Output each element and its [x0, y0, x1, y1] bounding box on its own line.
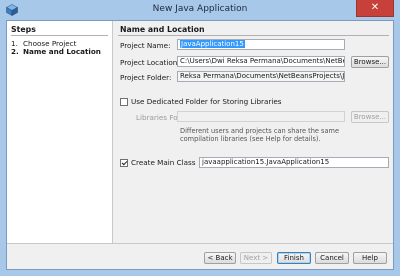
project-name-label: Project Name:	[120, 41, 171, 50]
step-number: 2.	[11, 47, 19, 56]
libraries-note: Different users and projects can share t…	[180, 127, 340, 143]
project-location-label: Project Location:	[120, 58, 180, 67]
back-button[interactable]: < Back	[204, 252, 236, 264]
close-button[interactable]: ✕	[356, 0, 394, 17]
close-icon: ✕	[370, 2, 380, 13]
steps-divider	[11, 35, 108, 36]
button-bar: < Back Next > Finish Cancel Help	[7, 243, 393, 269]
next-button[interactable]: Next >	[240, 252, 272, 264]
window-title: New Java Application	[152, 4, 248, 14]
steps-panel: Steps 1. Choose Project 2. Name and Locati…	[7, 21, 113, 243]
finish-button[interactable]: Finish	[277, 252, 311, 264]
step-name-and-location: 2. Name and Location	[11, 47, 101, 56]
step-label: Name and Location	[23, 47, 101, 56]
panel-divider	[118, 35, 389, 36]
project-name-value: JavaApplication15	[180, 40, 245, 48]
browse-location-button[interactable]: Browse...	[351, 56, 389, 68]
project-folder-label: Project Folder:	[120, 73, 172, 82]
name-location-panel: Name and Location Project Name: JavaAppl…	[114, 21, 393, 243]
create-main-class-label: Create Main Class	[131, 158, 196, 167]
steps-header: Steps	[11, 25, 36, 34]
create-main-class-checkbox[interactable]	[120, 159, 128, 167]
panel-title: Name and Location	[120, 25, 205, 34]
dialog-content: Steps 1. Choose Project 2. Name and Locati…	[6, 20, 394, 270]
dedicated-folder-label: Use Dedicated Folder for Storing Librari…	[131, 97, 282, 106]
cancel-button[interactable]: Cancel	[315, 252, 349, 264]
dedicated-folder-checkbox[interactable]	[120, 98, 128, 106]
project-folder-field[interactable]: Reksa Permana\Documents\NetBeansProjects…	[177, 71, 345, 82]
project-location-input[interactable]: C:\Users\Dwi Reksa Permana\Documents\Net…	[177, 56, 345, 67]
libraries-folder-input[interactable]	[177, 111, 345, 122]
dialog-window: New Java Application ✕ Steps 1. Choose Pr…	[0, 0, 400, 276]
main-class-input[interactable]: javaapplication15.JavaApplication15	[199, 157, 389, 168]
project-name-input[interactable]: JavaApplication15	[177, 39, 345, 50]
title-bar[interactable]: New Java Application ✕	[0, 0, 400, 20]
help-button[interactable]: Help	[353, 252, 387, 264]
browse-libraries-button[interactable]: Browse...	[351, 111, 389, 123]
